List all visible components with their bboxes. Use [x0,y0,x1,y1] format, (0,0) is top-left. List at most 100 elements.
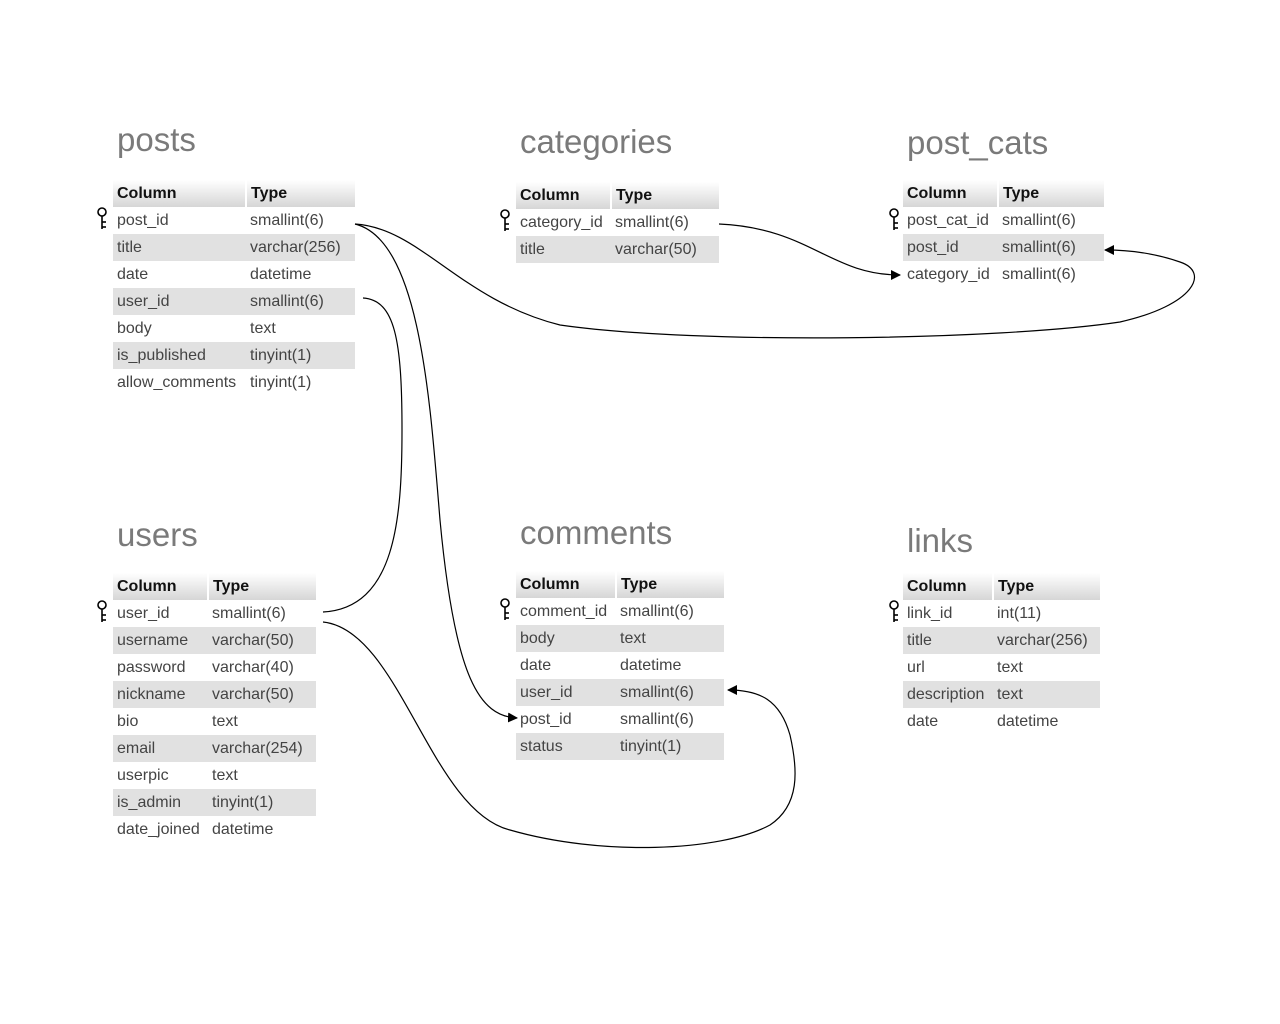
column-name: title [903,627,993,654]
header-row: Column Type [903,180,1104,207]
table-row: allow_comments tinyint(1) [113,369,355,396]
column-name: is_published [113,342,246,369]
type-header: Type [611,182,719,209]
post-cats-grid: Column Type post_cat_id smallint(6) post_… [903,180,1104,288]
table-row: title varchar(256) [113,234,355,261]
column-type: smallint(6) [615,213,689,231]
column-header: Column [113,180,247,207]
column-name: password [117,658,186,676]
column-name: username [113,627,208,654]
column-type: varchar(50) [208,681,316,708]
column-type: varchar(254) [208,735,316,762]
column-type: text [616,625,724,652]
table-row: category_id smallint(6) [903,261,1104,288]
column-name: date [117,265,149,283]
column-header: Column [113,573,209,600]
column-header: Column [516,182,612,209]
column-type: int(11) [997,604,1042,622]
column-name: user_id [117,604,170,622]
column-name: user_id [516,679,616,706]
column-type: smallint(6) [1002,211,1076,229]
column-name: body [117,319,152,337]
table-title: links [907,522,974,559]
type-header: Type [208,573,316,600]
column-type: smallint(6) [212,604,286,622]
table-row: post_id smallint(6) [516,706,724,733]
primary-key-icon [889,208,899,230]
column-name: nickname [113,681,208,708]
column-type: text [993,681,1100,708]
table-row: is_admin tinyint(1) [113,789,316,816]
column-header: Column [903,180,999,207]
column-type: smallint(6) [620,602,694,620]
users-grid: Column Type user_id smallint(6) username v… [113,573,316,843]
table-row: is_published tinyint(1) [113,342,355,369]
primary-key-icon [889,600,899,622]
table-title: posts [117,121,196,158]
table-row: post_cat_id smallint(6) [903,207,1104,234]
column-type: smallint(6) [246,288,355,315]
categories-grid: Column Type category_id smallint(6) title… [516,182,719,263]
column-type: text [212,712,238,730]
column-name: post_cat_id [907,211,989,229]
column-name: date [907,712,939,730]
table-row: userpic text [113,762,316,789]
column-type: tinyint(1) [246,342,355,369]
column-type: datetime [997,712,1059,730]
column-name: link_id [907,604,953,622]
column-type: varchar(40) [212,658,294,676]
table-row: user_id smallint(6) [113,288,355,315]
table-title: users [117,516,198,553]
table-row: email varchar(254) [113,735,316,762]
table-row: title varchar(50) [516,236,719,263]
column-type: datetime [250,265,312,283]
type-header: Type [616,571,724,598]
column-type: smallint(6) [1002,265,1076,283]
header-row: Column Type [903,573,1100,600]
table-row: title varchar(256) [903,627,1100,654]
column-name: status [516,733,616,760]
header-row: Column Type [113,180,355,207]
column-type: varchar(256) [993,627,1100,654]
header-row: Column Type [516,182,719,209]
table-row: post_id smallint(6) [903,234,1104,261]
column-name: category_id [520,213,603,231]
column-name: url [907,658,925,676]
column-name: title [113,234,246,261]
table-row: user_id smallint(6) [113,600,316,627]
column-header: Column [516,571,617,598]
column-type: tinyint(1) [208,789,316,816]
column-name: user_id [113,288,246,315]
column-name: bio [117,712,139,730]
primary-key-icon [97,600,107,622]
column-type: datetime [212,820,274,838]
column-type: smallint(6) [620,710,694,728]
column-name: allow_comments [117,373,237,391]
column-name: date_joined [117,820,200,838]
column-type: smallint(6) [998,234,1104,261]
column-type: smallint(6) [616,679,724,706]
column-header: Column [903,573,994,600]
column-type: smallint(6) [250,211,324,229]
relation-categories-postcats [718,223,901,280]
table-row: status tinyint(1) [516,733,724,760]
table-row: body text [516,625,724,652]
table-row: date datetime [516,652,724,679]
table-title: categories [520,123,673,160]
table-row: post_id smallint(6) [113,207,355,234]
relation-posts-comments [354,223,518,723]
column-type: varchar(256) [246,234,355,261]
table-row: bio text [113,708,316,735]
table-row: user_id smallint(6) [516,679,724,706]
table-row: url text [903,654,1100,681]
column-name: post_id [117,211,169,229]
type-header: Type [993,573,1100,600]
posts-grid: Column Type post_id smallint(6) title varc… [113,180,355,396]
table-row: category_id smallint(6) [516,209,719,236]
column-name: body [516,625,616,652]
primary-key-icon [97,207,107,229]
table-row: body text [113,315,355,342]
column-name: email [113,735,208,762]
column-type: tinyint(1) [616,733,724,760]
table-row: description text [903,681,1100,708]
